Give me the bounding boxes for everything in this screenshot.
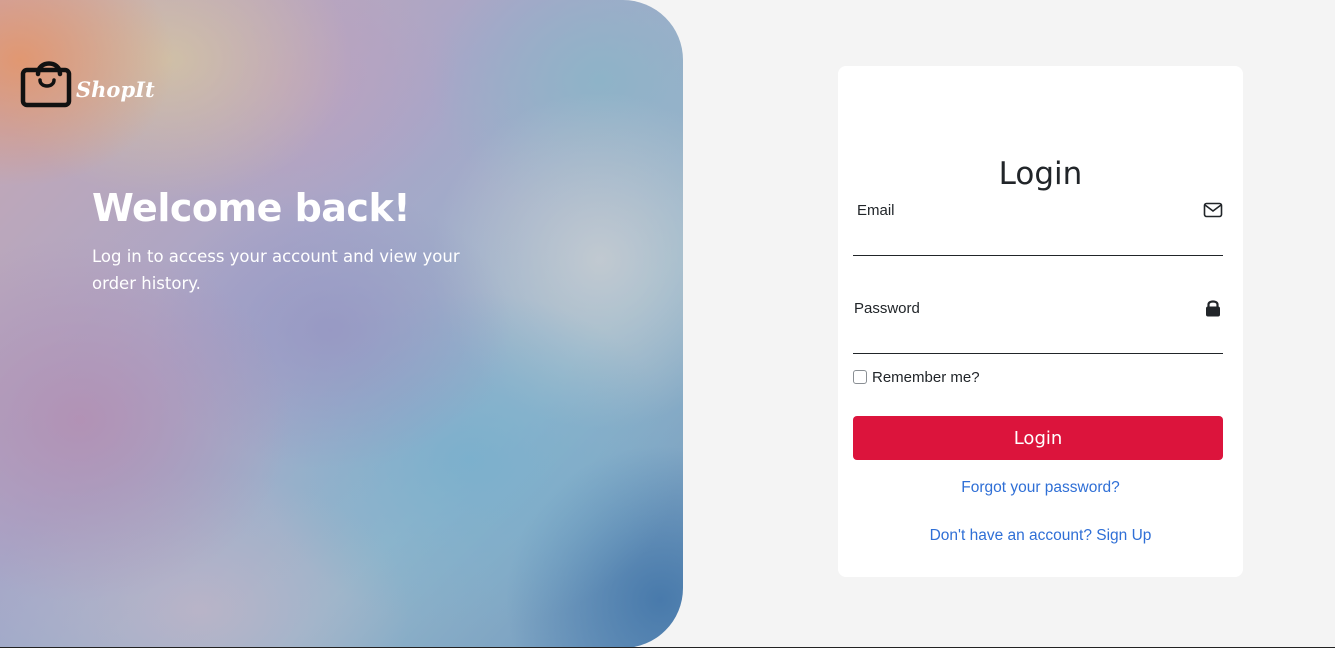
remember-checkbox[interactable] [853,370,867,384]
email-field[interactable]: Email [853,188,1223,256]
welcome-subtitle: Log in to access your account and view y… [92,247,460,293]
password-field[interactable]: Password [853,286,1223,354]
login-page: ShopIt Welcome back! Log in to access yo… [0,0,1335,648]
lock-icon [1206,300,1220,317]
forgot-password-link[interactable]: Forgot your password? [838,479,1243,497]
hero-panel: ShopIt Welcome back! Log in to access yo… [0,0,683,648]
signup-link[interactable]: Don't have an account? Sign Up [838,527,1243,545]
welcome-title: Welcome back! [92,186,411,230]
login-button[interactable]: Login [853,416,1223,460]
shopping-bag-icon [20,61,72,108]
envelope-icon [1203,202,1223,218]
brand-name: ShopIt [76,77,155,102]
brand-logo[interactable]: ShopIt [18,50,155,110]
remember-me[interactable]: Remember me? [853,367,980,387]
remember-label: Remember me? [872,368,980,386]
password-label: Password [854,300,920,317]
login-title: Login [998,156,1083,192]
email-label: Email [857,202,895,219]
email-input[interactable] [853,226,1187,252]
password-input[interactable] [853,324,1187,350]
